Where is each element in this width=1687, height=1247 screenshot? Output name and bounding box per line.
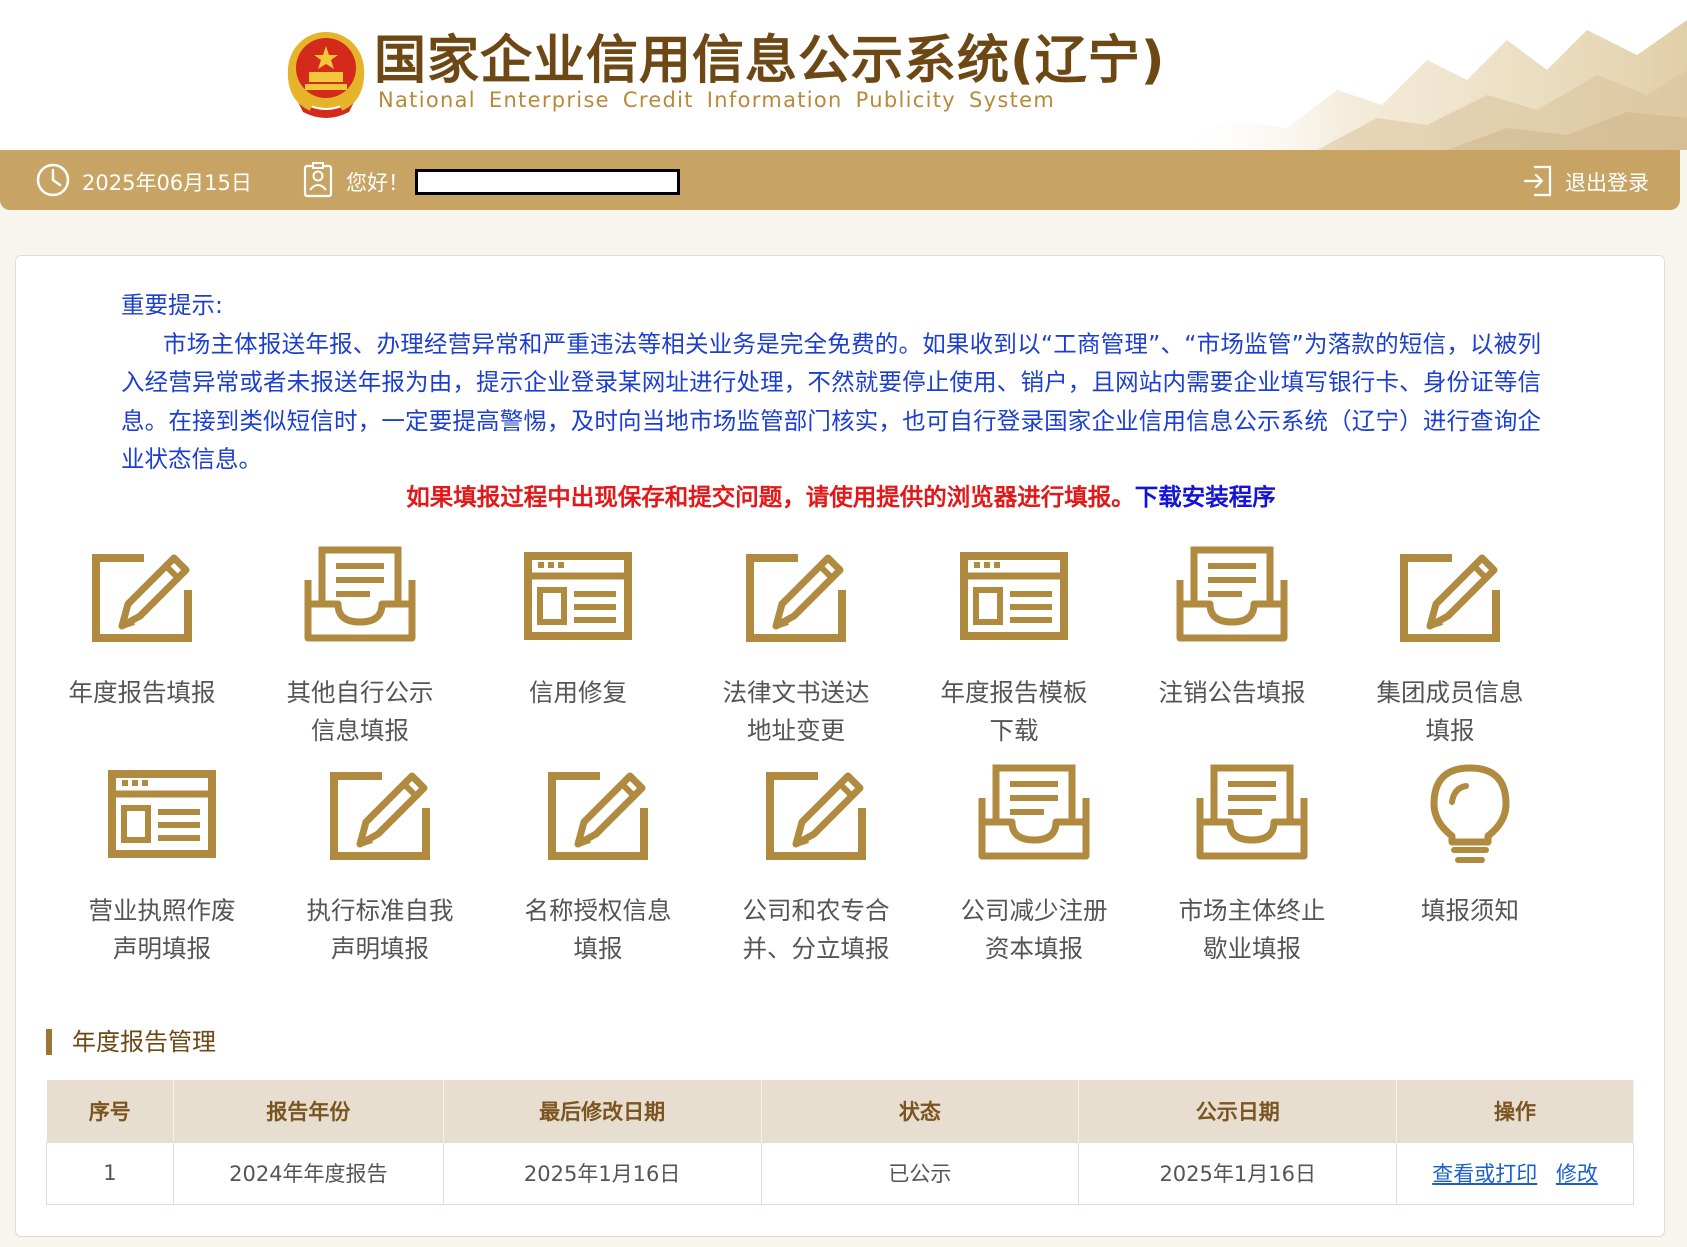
column-header-year: 报告年份 — [173, 1080, 444, 1142]
logout-link[interactable]: 退出登录 — [1565, 167, 1649, 197]
edit-icon — [330, 772, 430, 860]
redacted-username-box — [415, 169, 680, 195]
function-tile[interactable]: 集团成员信息 填报 — [1350, 540, 1550, 750]
mountain-landscape-decoration — [1167, 20, 1687, 150]
user-info-bar: 2025年06月15日 您好！ 退出登录 — [0, 150, 1680, 210]
tile-label: 年度报告填报 — [68, 678, 216, 707]
tile-label: 集团成员信息 填报 — [1376, 678, 1524, 745]
function-tile[interactable]: 法律文书送达 地址变更 — [696, 540, 896, 750]
function-tile[interactable]: 公司和农专合 并、分立填报 — [716, 758, 916, 968]
user-card-icon — [303, 162, 333, 198]
function-tile[interactable]: 营业执照作废 声明填报 — [62, 758, 262, 968]
site-subtitle: National Enterprise Credit Information P… — [378, 88, 1056, 112]
cell-year: 2024年年度报告 — [172, 1141, 444, 1205]
function-tile[interactable]: 其他自行公示 信息填报 — [260, 540, 460, 750]
function-tile[interactable]: 名称授权信息 填报 — [498, 758, 698, 968]
download-installer-link[interactable]: 下载安装程序 — [1135, 483, 1276, 511]
current-date: 2025年06月15日 — [82, 171, 252, 195]
tile-label: 执行标准自我 声明填报 — [306, 896, 454, 963]
warning-text: 如果填报过程中出现保存和提交问题，请使用提供的浏览器进行填报。 — [406, 483, 1135, 511]
function-tile[interactable]: 执行标准自我 声明填报 — [280, 758, 480, 968]
column-header-status: 状态 — [761, 1080, 1080, 1142]
column-header-actions: 操作 — [1396, 1080, 1634, 1142]
function-tile[interactable]: 注销公告填报 — [1132, 540, 1332, 750]
annual-report-table: 序号 报告年份 最后修改日期 状态 公示日期 操作 1 2024年年度报告 20… — [46, 1080, 1634, 1205]
browser-window-icon — [960, 552, 1068, 640]
edit-icon — [766, 772, 866, 860]
notice-title: 重要提示: — [121, 291, 223, 319]
tile-label: 市场主体终止 歇业填报 — [1178, 896, 1326, 963]
tile-label: 注销公告填报 — [1158, 678, 1306, 707]
tile-label: 填报须知 — [1421, 896, 1519, 925]
inbox-icon — [978, 764, 1090, 860]
edit-icon — [92, 554, 192, 642]
tile-label: 年度报告模板 下载 — [940, 678, 1088, 745]
inbox-icon — [1196, 764, 1308, 860]
clock-icon — [36, 163, 70, 197]
logout-icon[interactable] — [1522, 164, 1554, 198]
tile-label: 名称授权信息 填报 — [524, 896, 672, 963]
tile-label: 法律文书送达 地址变更 — [722, 678, 870, 745]
edit-icon — [746, 554, 846, 642]
table-header-row: 序号 报告年份 最后修改日期 状态 公示日期 操作 — [46, 1080, 1634, 1142]
cell-modified: 2025年1月16日 — [442, 1141, 762, 1205]
inbox-icon — [304, 546, 416, 642]
function-tile[interactable]: 填报须知 — [1370, 758, 1570, 968]
tile-label: 公司减少注册 资本填报 — [960, 896, 1108, 963]
tile-label: 公司和农专合 并、分立填报 — [742, 896, 890, 963]
greeting-text: 您好！ — [346, 171, 409, 195]
function-tile[interactable]: 信用修复 — [478, 540, 678, 750]
tile-label: 其他自行公示 信息填报 — [286, 678, 434, 745]
section-title-annual-report: 年度报告管理 — [46, 1029, 216, 1055]
column-header-modified: 最后修改日期 — [443, 1080, 762, 1142]
cell-published: 2025年1月16日 — [1078, 1141, 1398, 1205]
view-print-link[interactable]: 查看或打印 — [1432, 1162, 1537, 1186]
table-row: 1 2024年年度报告 2025年1月16日 已公示 2025年1月16日 查看… — [46, 1141, 1634, 1205]
cell-status: 已公示 — [760, 1141, 1080, 1205]
cell-actions: 查看或打印 修改 — [1396, 1141, 1634, 1205]
tile-label: 信用修复 — [529, 678, 627, 707]
inbox-icon — [1176, 546, 1288, 642]
tile-label: 营业执照作废 声明填报 — [88, 896, 236, 963]
function-tile[interactable]: 年度报告填报 — [42, 540, 242, 750]
cell-index: 1 — [46, 1141, 174, 1205]
edit-icon — [548, 772, 648, 860]
national-emblem-icon — [287, 32, 365, 118]
site-header: 国家企业信用信息公示系统(辽宁) National Enterprise Cre… — [0, 0, 1687, 150]
browser-warning: 如果填报过程中出现保存和提交问题，请使用提供的浏览器进行填报。下载安装程序 — [16, 478, 1666, 512]
browser-window-icon — [108, 770, 216, 858]
column-header-index: 序号 — [46, 1080, 174, 1142]
edit-link[interactable]: 修改 — [1556, 1162, 1598, 1186]
column-header-published: 公示日期 — [1078, 1080, 1398, 1142]
main-panel: 重要提示: 市场主体报送年报、办理经营异常和严重违法等相关业务是完全免费的。如果… — [15, 255, 1665, 1237]
edit-icon — [1400, 554, 1500, 642]
function-tile[interactable]: 年度报告模板 下载 — [914, 540, 1114, 750]
function-tile[interactable]: 公司减少注册 资本填报 — [934, 758, 1134, 968]
browser-window-icon — [524, 552, 632, 640]
function-tile[interactable]: 市场主体终止 歇业填报 — [1152, 758, 1352, 968]
notice-body: 市场主体报送年报、办理经营异常和严重违法等相关业务是完全免费的。如果收到以“工商… — [121, 329, 1541, 474]
site-title: 国家企业信用信息公示系统(辽宁) — [374, 31, 1166, 91]
lightbulb-icon — [1430, 764, 1510, 863]
important-notice: 重要提示: 市场主体报送年报、办理经营异常和严重违法等相关业务是完全免费的。如果… — [121, 286, 1541, 479]
